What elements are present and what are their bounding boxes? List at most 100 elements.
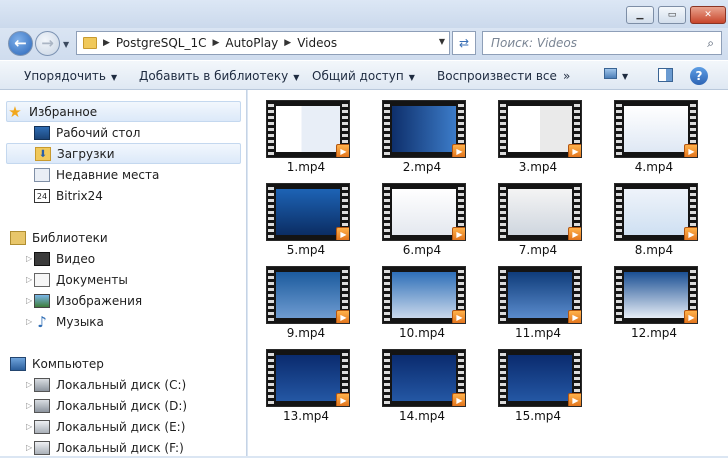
expand-arrow-icon[interactable]: ▷ (26, 380, 32, 389)
file-name: 1.mp4 (286, 160, 326, 174)
breadcrumb-item[interactable]: Videos (297, 36, 337, 50)
organize-menu[interactable]: Упорядочить ▼ (24, 69, 117, 83)
file-item[interactable]: ▶ 5.mp4 (250, 173, 362, 257)
file-item[interactable]: ▶ 13.mp4 (250, 339, 362, 423)
file-list: ▶ 1.mp4 ▶ 2.mp4 ▶ 3.mp4 ▶ 4.mp4 ▶ 5.mp4 ▶ 6.mp4 ▶ 7.m… (248, 90, 728, 456)
search-icon: ⌕ (707, 36, 714, 50)
file-item[interactable]: ▶ 2.mp4 (366, 90, 478, 174)
play-all-button[interactable]: Воспроизвести все (437, 69, 557, 83)
view-icon (604, 68, 617, 79)
change-view-button[interactable]: ▼ (604, 68, 632, 84)
expand-arrow-icon[interactable]: ▷ (26, 317, 32, 326)
sidebar-item-drive-d[interactable]: Локальный диск (D:) (34, 395, 187, 416)
file-item[interactable]: ▶ 4.mp4 (598, 90, 710, 174)
sidebar-item-music[interactable]: ♪ Музыка (34, 311, 104, 332)
video-thumbnail: ▶ (614, 266, 698, 324)
sidebar-header-favorites[interactable]: ★ Избранное (6, 101, 241, 122)
video-thumbnail: ▶ (614, 100, 698, 158)
sidebar-item-recent-places[interactable]: Недавние места (34, 164, 159, 185)
drive-icon (34, 398, 50, 413)
expand-arrow-icon[interactable]: ▷ (26, 401, 32, 410)
share-menu[interactable]: Общий доступ ▼ (312, 69, 415, 83)
refresh-button[interactable]: ⇄ (452, 31, 476, 55)
chevron-right-icon[interactable]: ▶ (103, 38, 110, 48)
chevron-right-icon[interactable]: ▶ (284, 38, 291, 48)
sidebar-item-drive-c[interactable]: Локальный диск (C:) (34, 374, 186, 395)
maximize-button[interactable]: ▭ (658, 6, 686, 24)
sidebar-item-drive-e[interactable]: Локальный диск (E:) (34, 416, 185, 437)
file-item[interactable]: ▶ 3.mp4 (482, 90, 594, 174)
video-thumbnail: ▶ (498, 266, 582, 324)
video-thumbnail: ▶ (614, 183, 698, 241)
file-name: 11.mp4 (514, 326, 562, 340)
chevron-down-icon: ▼ (622, 72, 629, 81)
address-bar[interactable]: ▶ PostgreSQL_1C ▶ AutoPlay ▶ Videos ▼ (76, 31, 450, 55)
video-thumbnail: ▶ (266, 183, 350, 241)
music-note-icon: ♪ (37, 312, 47, 331)
sidebar-item-documents[interactable]: Документы (34, 269, 128, 290)
file-item[interactable]: ▶ 15.mp4 (482, 339, 594, 423)
preview-pane-button[interactable] (658, 68, 673, 85)
play-badge-icon: ▶ (568, 227, 581, 240)
sidebar-item-bitrix24[interactable]: 24 Bitrix24 (34, 185, 103, 206)
sidebar-item-drive-f[interactable]: Локальный диск (F:) (34, 437, 184, 458)
minimize-button[interactable]: ▁ (626, 6, 654, 24)
breadcrumb-item[interactable]: PostgreSQL_1C (116, 36, 207, 50)
navigation-pane: ★ Избранное Рабочий стол ⬇ Загрузки Неда… (0, 90, 247, 456)
file-item[interactable]: ▶ 11.mp4 (482, 256, 594, 340)
recent-pages-dropdown-icon[interactable]: ▼ (63, 40, 69, 49)
chevron-right-icon[interactable]: ▶ (212, 38, 219, 48)
play-badge-icon: ▶ (684, 227, 697, 240)
file-name: 13.mp4 (282, 409, 330, 423)
file-item[interactable]: ▶ 9.mp4 (250, 256, 362, 340)
expand-arrow-icon[interactable]: ▷ (26, 443, 32, 452)
command-bar: Упорядочить ▼ Добавить в библиотеку ▼ Общи… (0, 60, 728, 90)
search-input[interactable]: Поиск: Videos ⌕ (482, 31, 722, 55)
more-commands-button[interactable]: » (563, 69, 570, 83)
sidebar-item-video[interactable]: Видео (34, 248, 95, 269)
sidebar-header-computer[interactable]: Компьютер (10, 353, 104, 374)
sidebar-item-downloads[interactable]: ⬇ Загрузки (6, 143, 241, 164)
chevron-down-icon[interactable]: ▼ (439, 37, 445, 46)
breadcrumb-item[interactable]: AutoPlay (225, 36, 278, 50)
video-thumbnail: ▶ (498, 349, 582, 407)
expand-arrow-icon[interactable]: ▷ (26, 275, 32, 284)
file-item[interactable]: ▶ 14.mp4 (366, 339, 478, 423)
downloads-folder-icon: ⬇ (35, 146, 51, 161)
video-thumbnail: ▶ (498, 100, 582, 158)
chevron-down-icon: ▼ (110, 73, 118, 82)
file-item[interactable]: ▶ 6.mp4 (366, 173, 478, 257)
chevron-down-icon: ▼ (408, 73, 415, 82)
play-badge-icon: ▶ (452, 310, 465, 323)
file-item[interactable]: ▶ 10.mp4 (366, 256, 478, 340)
bitrix24-icon: 24 (34, 188, 50, 203)
file-item[interactable]: ▶ 1.mp4 (250, 90, 362, 174)
address-row: ← → ▼ ▶ PostgreSQL_1C ▶ AutoPlay ▶ Video… (0, 28, 728, 60)
drive-icon (34, 419, 50, 434)
file-name: 4.mp4 (634, 160, 674, 174)
play-badge-icon: ▶ (684, 310, 697, 323)
help-button[interactable]: ? (690, 67, 708, 85)
file-item[interactable]: ▶ 12.mp4 (598, 256, 710, 340)
file-item[interactable]: ▶ 7.mp4 (482, 173, 594, 257)
expand-arrow-icon[interactable]: ▷ (26, 296, 32, 305)
libraries-icon (10, 230, 26, 245)
video-thumbnail: ▶ (266, 349, 350, 407)
recent-places-icon (34, 167, 50, 182)
sidebar-item-pictures[interactable]: Изображения (34, 290, 142, 311)
forward-button[interactable]: → (35, 31, 60, 56)
chevron-down-icon: ▼ (293, 73, 300, 82)
sidebar-header-libraries[interactable]: Библиотеки (10, 227, 108, 248)
play-badge-icon: ▶ (568, 310, 581, 323)
sidebar-item-desktop[interactable]: Рабочий стол (34, 122, 140, 143)
add-to-library-menu[interactable]: Добавить в библиотеку ▼ (139, 69, 299, 83)
file-name: 5.mp4 (286, 243, 326, 257)
back-button[interactable]: ← (8, 31, 33, 56)
file-item[interactable]: ▶ 8.mp4 (598, 173, 710, 257)
close-button[interactable]: ✕ (690, 6, 726, 24)
video-library-icon (34, 251, 50, 266)
expand-arrow-icon[interactable]: ▷ (26, 254, 32, 263)
video-thumbnail: ▶ (382, 349, 466, 407)
play-badge-icon: ▶ (452, 393, 465, 406)
expand-arrow-icon[interactable]: ▷ (26, 422, 32, 431)
